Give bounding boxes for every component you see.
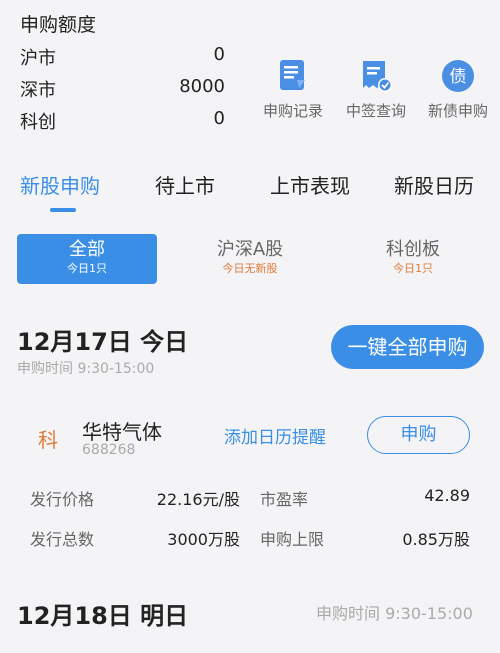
tab-listing-performance[interactable]: 上市表现 [270, 170, 350, 199]
quota-label: 科创 [20, 112, 56, 133]
subscription-records-button[interactable]: 申购记录 [253, 58, 333, 121]
field-label: 市盈率 [260, 490, 309, 509]
tomorrow-subscription-time: 申购时间 9:30-15:00 [316, 604, 473, 623]
pe-ratio-value: 42.89 [424, 486, 470, 505]
quick-action-label: 申购记录 [262, 102, 323, 120]
segment-sub: 今日无新股 [222, 262, 278, 275]
quick-action-label: 中签查询 [345, 102, 406, 120]
quota-label: 深市 [20, 80, 56, 101]
quota-row-sh: 沪市 0 [20, 44, 225, 70]
subscribe-button[interactable]: 申购 [367, 416, 470, 454]
segment-sh-sz-a[interactable]: 沪深A股 今日无新股 [180, 234, 320, 284]
star-market-badge: 科 [38, 428, 58, 452]
segment-sub: 今日1只 [67, 262, 107, 275]
segment-sub: 今日1只 [393, 262, 433, 275]
receipt-check-icon [358, 58, 394, 94]
quota-value: 0 [213, 108, 225, 129]
subscription-limit-value: 0.85万股 [402, 530, 470, 549]
quota-row-sz: 深市 8000 [20, 76, 225, 102]
bond-icon: 债 [440, 58, 476, 94]
stock-name: 华特气体 [82, 420, 162, 444]
add-calendar-reminder-link[interactable]: 添加日历提醒 [224, 423, 326, 448]
field-label: 发行总数 [30, 530, 95, 549]
quota-value: 0 [213, 44, 225, 65]
segment-star-market[interactable]: 科创板 今日1只 [343, 234, 483, 284]
quota-title: 申购额度 [20, 14, 97, 36]
field-label: 申购上限 [260, 530, 325, 549]
issue-price-value: 22.16元/股 [156, 490, 240, 509]
lottery-query-button[interactable]: 中签查询 [336, 58, 416, 121]
main-tabs: 新股申购 待上市 上市表现 新股日历 [0, 170, 500, 212]
tab-pending-listing[interactable]: 待上市 [155, 170, 215, 199]
quick-action-label: 新债申购 [427, 102, 488, 120]
field-label: 发行价格 [30, 490, 95, 509]
quota-label: 沪市 [20, 48, 56, 69]
tab-new-stock-subscription[interactable]: 新股申购 [20, 170, 100, 199]
total-issue-value: 3000万股 [167, 530, 240, 549]
new-bond-subscription-button[interactable]: 债 新债申购 [418, 58, 498, 121]
segment-title: 全部 [69, 239, 105, 260]
segment-title: 科创板 [386, 239, 440, 260]
today-title: 12月17日 今日 [17, 328, 189, 356]
document-icon [275, 58, 311, 94]
tab-ipo-calendar[interactable]: 新股日历 [394, 170, 474, 199]
segment-title: 沪深A股 [216, 239, 284, 260]
segment-all[interactable]: 全部 今日1只 [17, 234, 157, 284]
stock-code: 688268 [82, 442, 136, 458]
svg-text:债: 债 [450, 67, 467, 87]
today-subscription-time: 申购时间 9:30-15:00 [17, 361, 155, 377]
quota-row-kc: 科创 0 [20, 108, 225, 134]
quota-value: 8000 [179, 76, 225, 97]
one-click-subscribe-all-button[interactable]: 一键全部申购 [331, 325, 484, 369]
active-tab-indicator [50, 208, 76, 212]
tomorrow-title: 12月18日 明日 [17, 602, 189, 630]
